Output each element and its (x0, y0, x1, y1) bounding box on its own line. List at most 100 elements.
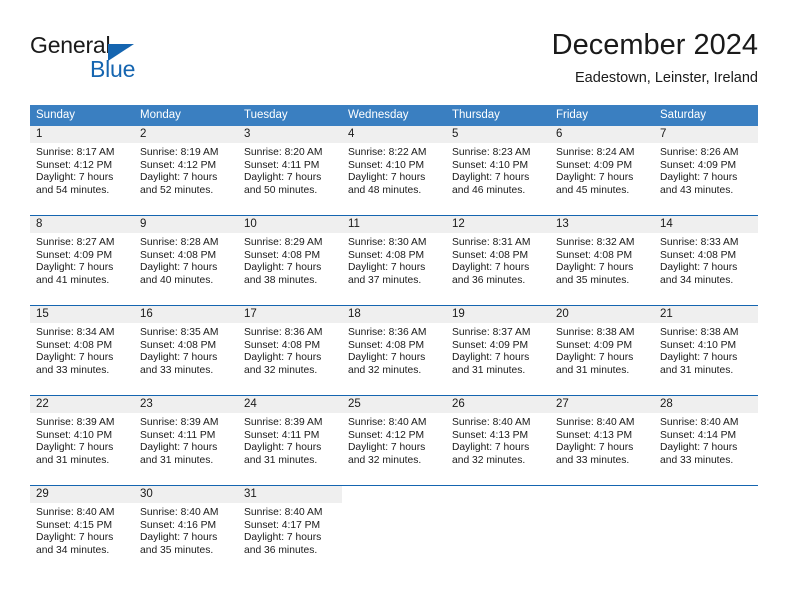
calendar-day-cell[interactable]: 30 Sunrise: 8:40 AM Sunset: 4:16 PM Dayligh… (134, 486, 238, 575)
sunset-time: Sunset: 4:09 PM (660, 159, 737, 171)
daylight-duration-line2: and 40 minutes. (140, 274, 214, 286)
calendar-day-cell-empty (550, 486, 654, 575)
day-details: Sunrise: 8:26 AM Sunset: 4:09 PM Daylight:… (654, 143, 758, 197)
sunset-time: Sunset: 4:08 PM (244, 249, 321, 261)
calendar-day-cell[interactable]: 10 Sunrise: 8:29 AM Sunset: 4:08 PM Dayligh… (238, 216, 342, 305)
daylight-duration-line1: Daylight: 7 hours (244, 262, 322, 274)
sunrise-time: Sunrise: 8:40 AM (140, 507, 219, 518)
calendar-day-cell[interactable]: 14 Sunrise: 8:33 AM Sunset: 4:08 PM Dayligh… (654, 216, 758, 305)
day-details: Sunrise: 8:40 AM Sunset: 4:17 PM Daylight:… (238, 503, 342, 557)
general-blue-logo[interactable]: General Blue (30, 32, 270, 90)
sunrise-time: Sunrise: 8:36 AM (348, 327, 427, 338)
day-number-band: 22 (30, 396, 134, 413)
day-details: Sunrise: 8:19 AM Sunset: 4:12 PM Daylight:… (134, 143, 238, 197)
weekday-header-saturday: Saturday (660, 109, 707, 121)
page-title: December 2024 (551, 29, 758, 61)
day-number: 10 (244, 218, 257, 230)
page-header: General Blue December 2024 Eadestown, Le… (30, 28, 758, 96)
calendar-day-cell[interactable]: 19 Sunrise: 8:37 AM Sunset: 4:09 PM Dayligh… (446, 306, 550, 395)
sunrise-time: Sunrise: 8:39 AM (140, 417, 219, 428)
calendar-day-cell[interactable]: 21 Sunrise: 8:38 AM Sunset: 4:10 PM Dayligh… (654, 306, 758, 395)
sunset-time: Sunset: 4:09 PM (36, 249, 113, 261)
calendar-day-cell[interactable]: 24 Sunrise: 8:39 AM Sunset: 4:11 PM Dayligh… (238, 396, 342, 485)
calendar-day-cell[interactable]: 31 Sunrise: 8:40 AM Sunset: 4:17 PM Dayligh… (238, 486, 342, 575)
day-number-band: 23 (134, 396, 238, 413)
daylight-duration-line2: and 36 minutes. (452, 274, 526, 286)
day-number: 18 (348, 308, 361, 320)
calendar-day-cell[interactable]: 3 Sunrise: 8:20 AM Sunset: 4:11 PM Daylight… (238, 126, 342, 215)
daylight-duration-line2: and 35 minutes. (556, 274, 630, 286)
daylight-duration-line2: and 31 minutes. (244, 454, 318, 466)
calendar-day-cell[interactable]: 7 Sunrise: 8:26 AM Sunset: 4:09 PM Daylight… (654, 126, 758, 215)
day-number: 2 (140, 128, 147, 140)
calendar-day-cell[interactable]: 18 Sunrise: 8:36 AM Sunset: 4:08 PM Dayligh… (342, 306, 446, 395)
daylight-duration-line1: Daylight: 7 hours (348, 442, 426, 454)
calendar-day-cell[interactable]: 23 Sunrise: 8:39 AM Sunset: 4:11 PM Dayligh… (134, 396, 238, 485)
calendar-day-cell[interactable]: 26 Sunrise: 8:40 AM Sunset: 4:13 PM Dayligh… (446, 396, 550, 485)
calendar-day-cell[interactable]: 2 Sunrise: 8:19 AM Sunset: 4:12 PM Daylight… (134, 126, 238, 215)
sunset-time: Sunset: 4:14 PM (660, 429, 737, 441)
day-number: 26 (452, 398, 465, 410)
calendar-week-row: 15 Sunrise: 8:34 AM Sunset: 4:08 PM Dayligh… (30, 305, 758, 395)
day-details (342, 503, 446, 507)
logo-text-blue: Blue (90, 56, 136, 82)
calendar-day-cell[interactable]: 6 Sunrise: 8:24 AM Sunset: 4:09 PM Daylight… (550, 126, 654, 215)
day-details: Sunrise: 8:39 AM Sunset: 4:11 PM Daylight:… (238, 413, 342, 467)
calendar-day-cell[interactable]: 12 Sunrise: 8:31 AM Sunset: 4:08 PM Dayligh… (446, 216, 550, 305)
daylight-duration-line2: and 45 minutes. (556, 184, 630, 196)
page-subtitle-location: Eadestown, Leinster, Ireland (575, 70, 758, 86)
calendar-day-cell[interactable]: 20 Sunrise: 8:38 AM Sunset: 4:09 PM Dayligh… (550, 306, 654, 395)
sunset-time: Sunset: 4:08 PM (140, 249, 217, 261)
sunrise-time: Sunrise: 8:33 AM (660, 237, 739, 248)
daylight-duration-line2: and 32 minutes. (348, 364, 422, 376)
weekday-header-tuesday: Tuesday (244, 109, 288, 121)
daylight-duration-line1: Daylight: 7 hours (556, 352, 634, 364)
day-number-band (342, 486, 446, 503)
daylight-duration-line2: and 31 minutes. (660, 364, 734, 376)
calendar-day-cell[interactable]: 16 Sunrise: 8:35 AM Sunset: 4:08 PM Dayligh… (134, 306, 238, 395)
calendar-day-cell-empty (446, 486, 550, 575)
day-number-band: 4 (342, 126, 446, 143)
sunset-time: Sunset: 4:10 PM (452, 159, 529, 171)
calendar-day-cell[interactable]: 8 Sunrise: 8:27 AM Sunset: 4:09 PM Daylight… (30, 216, 134, 305)
sunset-time: Sunset: 4:15 PM (36, 519, 113, 531)
calendar-day-cell[interactable]: 29 Sunrise: 8:40 AM Sunset: 4:15 PM Dayligh… (30, 486, 134, 575)
calendar-day-cell[interactable]: 25 Sunrise: 8:40 AM Sunset: 4:12 PM Dayligh… (342, 396, 446, 485)
day-number-band: 14 (654, 216, 758, 233)
calendar-day-cell[interactable]: 15 Sunrise: 8:34 AM Sunset: 4:08 PM Dayligh… (30, 306, 134, 395)
daylight-duration-line2: and 54 minutes. (36, 184, 110, 196)
day-number: 17 (244, 308, 257, 320)
calendar-day-cell[interactable]: 13 Sunrise: 8:32 AM Sunset: 4:08 PM Dayligh… (550, 216, 654, 305)
sunset-time: Sunset: 4:11 PM (244, 159, 320, 171)
daylight-duration-line1: Daylight: 7 hours (36, 172, 114, 184)
sunrise-time: Sunrise: 8:26 AM (660, 147, 739, 158)
daylight-duration-line1: Daylight: 7 hours (660, 442, 738, 454)
day-number: 12 (452, 218, 465, 230)
calendar-day-cell[interactable]: 5 Sunrise: 8:23 AM Sunset: 4:10 PM Daylight… (446, 126, 550, 215)
sunrise-time: Sunrise: 8:36 AM (244, 327, 323, 338)
daylight-duration-line1: Daylight: 7 hours (452, 172, 530, 184)
day-number-band: 8 (30, 216, 134, 233)
daylight-duration-line2: and 34 minutes. (36, 544, 110, 556)
day-number-band: 28 (654, 396, 758, 413)
day-details (654, 503, 758, 507)
daylight-duration-line1: Daylight: 7 hours (556, 442, 634, 454)
calendar-day-cell-empty (342, 486, 446, 575)
daylight-duration-line1: Daylight: 7 hours (556, 262, 634, 274)
calendar-day-cell[interactable]: 9 Sunrise: 8:28 AM Sunset: 4:08 PM Daylight… (134, 216, 238, 305)
calendar-day-cell[interactable]: 27 Sunrise: 8:40 AM Sunset: 4:13 PM Dayligh… (550, 396, 654, 485)
weekday-header-thursday: Thursday (452, 109, 500, 121)
day-details: Sunrise: 8:23 AM Sunset: 4:10 PM Daylight:… (446, 143, 550, 197)
calendar-day-cell[interactable]: 22 Sunrise: 8:39 AM Sunset: 4:10 PM Dayligh… (30, 396, 134, 485)
day-number-band: 25 (342, 396, 446, 413)
calendar-day-cell[interactable]: 4 Sunrise: 8:22 AM Sunset: 4:10 PM Daylight… (342, 126, 446, 215)
calendar-day-cell[interactable]: 28 Sunrise: 8:40 AM Sunset: 4:14 PM Dayligh… (654, 396, 758, 485)
calendar-day-cell[interactable]: 11 Sunrise: 8:30 AM Sunset: 4:08 PM Dayligh… (342, 216, 446, 305)
day-number-band: 20 (550, 306, 654, 323)
calendar-day-cell[interactable]: 1 Sunrise: 8:17 AM Sunset: 4:12 PM Daylight… (30, 126, 134, 215)
daylight-duration-line2: and 46 minutes. (452, 184, 526, 196)
calendar-day-cell-empty (654, 486, 758, 575)
day-details: Sunrise: 8:39 AM Sunset: 4:11 PM Daylight:… (134, 413, 238, 467)
calendar-day-cell[interactable]: 17 Sunrise: 8:36 AM Sunset: 4:08 PM Dayligh… (238, 306, 342, 395)
day-number-band: 19 (446, 306, 550, 323)
